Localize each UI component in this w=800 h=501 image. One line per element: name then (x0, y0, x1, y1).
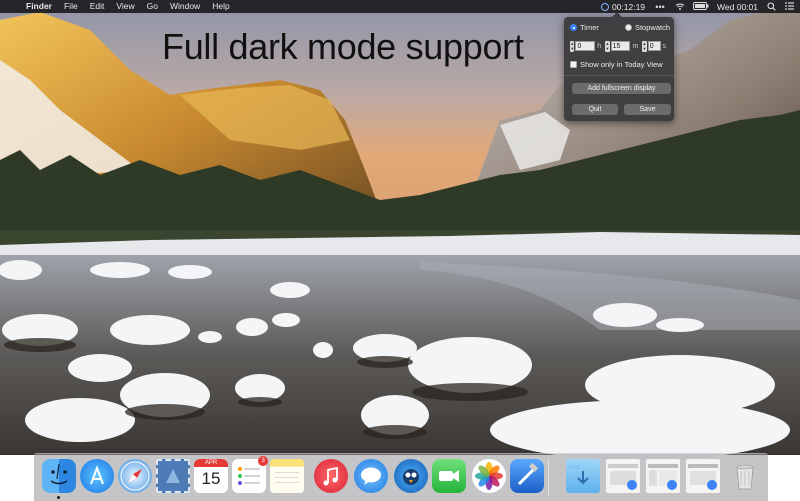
hours-field[interactable]: 0 (575, 41, 596, 51)
window-preview-3-icon[interactable] (686, 459, 720, 493)
hours-stepper[interactable]: ▲ ▼ (570, 40, 575, 52)
menu-edit[interactable]: Edit (84, 0, 111, 13)
reminders-badge: 3 (258, 456, 268, 466)
battery-icon[interactable] (693, 1, 709, 12)
photos-icon[interactable] (472, 459, 506, 493)
calendar-day: 15 (201, 469, 221, 488)
downloads-folder-icon[interactable] (566, 459, 600, 493)
stopwatch-radio-dot (624, 24, 632, 31)
tweetbot-icon[interactable] (394, 459, 428, 493)
menubar-clock[interactable]: Wed 00:01 (717, 2, 758, 12)
mode-selector: Timer Stopwatch (570, 23, 670, 32)
wallpaper-image (0, 0, 800, 460)
timer-status-item[interactable]: 00:12:19 (600, 1, 646, 12)
minutes-stepper[interactable]: ▲ ▼ (605, 40, 610, 52)
app-store-icon[interactable] (80, 459, 114, 493)
popover-divider (564, 75, 674, 76)
menu-window[interactable]: Window (164, 0, 206, 13)
spotlight-search-icon[interactable] (766, 1, 776, 12)
timer-radio-label: Timer (580, 23, 599, 32)
more-icon[interactable]: ••• (653, 2, 667, 12)
quit-button[interactable]: Quit (572, 104, 618, 115)
today-view-checkbox[interactable] (570, 61, 577, 68)
today-view-option[interactable]: Show only in Today View (570, 60, 663, 69)
menu-view[interactable]: View (110, 0, 140, 13)
notification-center-icon[interactable] (784, 1, 794, 12)
today-view-label: Show only in Today View (580, 60, 663, 69)
finder-running-indicator (57, 496, 60, 499)
stopwatch-radio[interactable]: Stopwatch (624, 23, 670, 32)
menu-file[interactable]: File (58, 0, 84, 13)
calendar-month: APR (194, 459, 228, 467)
menu-finder[interactable]: Finder (20, 0, 58, 13)
timer-readout: 00:12:19 (611, 1, 646, 12)
timer-radio-dot (570, 24, 577, 31)
stopwatch-radio-label: Stopwatch (634, 23, 670, 32)
messages-icon[interactable] (354, 459, 388, 493)
seconds-field[interactable]: 0 (647, 41, 661, 51)
feature-headline: Full dark mode support (162, 26, 524, 67)
save-button[interactable]: Save (624, 104, 671, 115)
menu-go[interactable]: Go (141, 0, 164, 13)
minutes-unit: m (632, 42, 639, 50)
timer-popover: Timer Stopwatch ▲ ▼ 0 h ▲ ▼ 15 m ▲ ▼ 0 s Sh… (564, 12, 674, 121)
safari-icon[interactable] (118, 459, 152, 493)
dock: APR 15 3 (34, 453, 768, 501)
window-preview-1-icon[interactable] (606, 459, 640, 493)
facetime-icon[interactable] (432, 459, 466, 493)
reminders-icon[interactable]: 3 (232, 456, 268, 493)
dock-separator (548, 458, 549, 496)
popover-arrow (612, 12, 622, 17)
minutes-field[interactable]: 15 (610, 41, 631, 51)
timer-clock-icon (600, 2, 609, 11)
mail-stamp-icon[interactable] (156, 459, 190, 493)
calendar-icon[interactable]: APR 15 (194, 459, 228, 493)
desktop-wallpaper (0, 0, 800, 500)
menu-help[interactable]: Help (206, 0, 235, 13)
duration-inputs: ▲ ▼ 0 h ▲ ▼ 15 m ▲ ▼ 0 s (570, 40, 670, 52)
timer-radio[interactable]: Timer (570, 23, 599, 32)
wifi-icon[interactable] (675, 2, 685, 12)
trash-icon[interactable] (728, 459, 762, 493)
seconds-stepper[interactable]: ▲ ▼ (642, 40, 647, 52)
window-preview-2-icon[interactable] (646, 459, 680, 493)
add-fullscreen-display-button[interactable]: Add fullscreen display (572, 83, 671, 94)
menu-bar: Finder File Edit View Go Window Help 00:… (0, 0, 800, 13)
xcode-icon[interactable] (510, 459, 544, 493)
notes-icon[interactable] (270, 459, 304, 493)
seconds-unit: s (662, 42, 667, 50)
hours-unit: h (597, 42, 602, 50)
finder-icon[interactable] (42, 459, 76, 493)
music-icon[interactable] (314, 459, 348, 493)
